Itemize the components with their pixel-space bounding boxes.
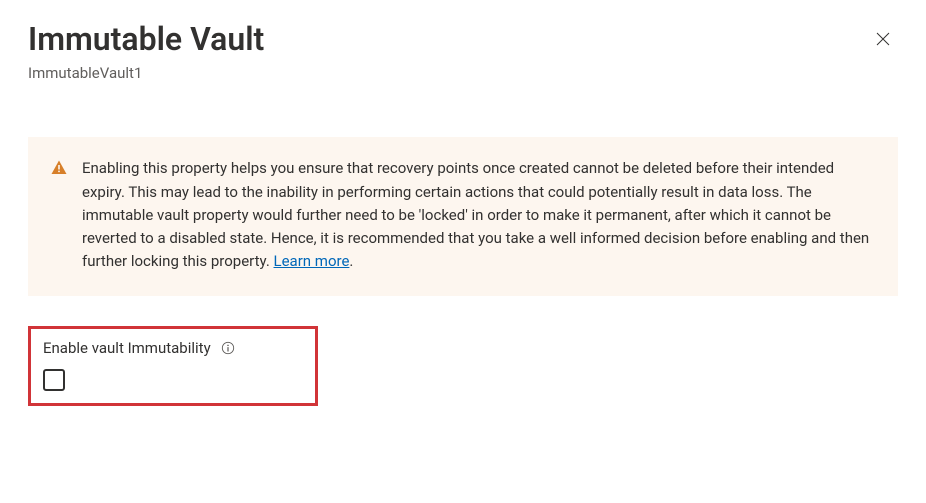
panel-header: Immutable Vault	[28, 20, 898, 58]
warning-text: Enabling this property helps you ensure …	[82, 159, 869, 270]
close-icon	[874, 30, 892, 51]
warning-icon	[50, 159, 68, 181]
learn-more-link[interactable]: Learn more	[274, 252, 350, 270]
info-icon[interactable]	[221, 341, 235, 355]
enable-immutability-section: Enable vault Immutability	[28, 326, 318, 406]
enable-immutability-checkbox[interactable]	[43, 369, 65, 391]
checkbox-label: Enable vault Immutability	[43, 339, 211, 357]
page-title: Immutable Vault	[28, 20, 264, 58]
checkbox-label-row: Enable vault Immutability	[43, 339, 303, 357]
close-button[interactable]	[868, 24, 898, 57]
vault-name-subtitle: ImmutableVault1	[28, 64, 898, 82]
warning-banner: Enabling this property helps you ensure …	[28, 137, 898, 295]
warning-text-container: Enabling this property helps you ensure …	[82, 157, 874, 273]
